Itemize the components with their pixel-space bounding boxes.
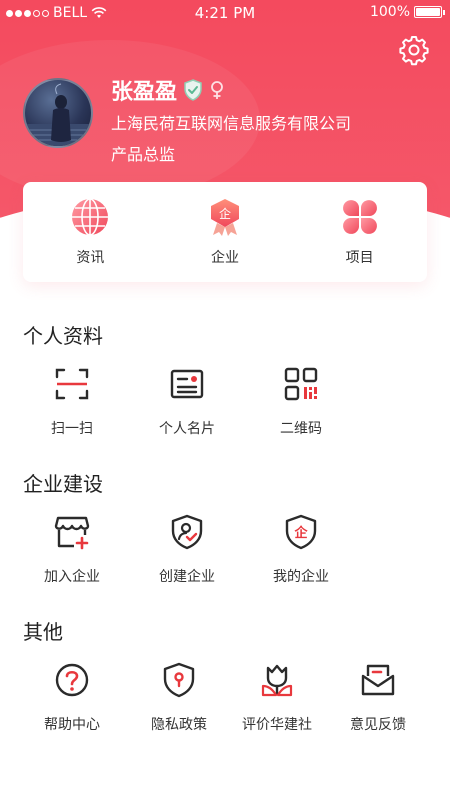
profile-company: 上海民荷互联网信息服务有限公司 (111, 114, 352, 133)
status-bar: BELL 4:21 PM 100% (0, 0, 450, 26)
shield-enterprise-icon: 企 (285, 514, 317, 550)
battery-percent: 100% (369, 4, 410, 20)
profile-name: 张盈盈 (111, 80, 178, 105)
business-card-icon (170, 369, 204, 399)
battery-icon (414, 6, 445, 18)
female-gender-icon (211, 81, 223, 99)
section-other-grid: 帮助中心 隐私政策 评价华建社 意见反馈 (0, 662, 450, 742)
scan-button[interactable]: 扫一扫 (17, 366, 127, 438)
shield-user-icon (171, 514, 203, 550)
help-icon (55, 663, 89, 697)
store-add-icon (54, 516, 90, 550)
rate-app-button[interactable]: 评价华建社 (222, 662, 332, 734)
join-enterprise-button[interactable]: 加入企业 (17, 514, 127, 586)
privacy-policy-label: 隐私政策 (151, 717, 207, 733)
quick-item-news[interactable]: 资讯 (35, 197, 145, 267)
qr-code-label: 二维码 (280, 421, 322, 437)
battery-status: 100% (369, 4, 445, 20)
help-center-button[interactable]: 帮助中心 (17, 662, 127, 734)
profile-job-title: 产品总监 (111, 145, 176, 164)
feedback-button[interactable]: 意见反馈 (323, 662, 433, 734)
quick-item-label: 项目 (345, 250, 374, 266)
section-title-enterprise: 企业建设 (23, 472, 103, 496)
scan-icon (55, 368, 89, 400)
enterprise-badge-icon: 企 (210, 199, 239, 236)
gear-icon[interactable] (398, 34, 430, 66)
quick-item-enterprise[interactable]: 企 企业 (170, 197, 280, 267)
create-enterprise-button[interactable]: 创建企业 (132, 514, 242, 586)
rate-app-label: 评价华建社 (242, 717, 312, 733)
svg-text:企: 企 (219, 206, 231, 221)
my-enterprise-button[interactable]: 企 我的企业 (246, 514, 356, 586)
privacy-policy-button[interactable]: 隐私政策 (124, 662, 234, 734)
verified-shield-icon (184, 79, 202, 101)
clover-icon (342, 200, 377, 234)
feedback-label: 意见反馈 (350, 717, 406, 733)
help-center-label: 帮助中心 (44, 717, 100, 733)
quick-item-label: 资讯 (76, 250, 105, 266)
quick-item-project[interactable]: 项目 (305, 197, 415, 267)
tulip-icon (261, 664, 293, 697)
quick-access-card: 资讯 企 企业 项目 (23, 182, 427, 282)
scan-label: 扫一扫 (51, 421, 93, 437)
qr-code-icon (284, 367, 318, 401)
avatar[interactable] (23, 78, 93, 148)
privacy-shield-icon (163, 662, 195, 698)
profile-name-row: 张盈盈 (111, 74, 225, 106)
section-title-personal: 个人资料 (23, 324, 103, 348)
section-enterprise-grid: 加入企业 创建企业 企 我的企业 (0, 514, 450, 594)
globe-icon (72, 198, 109, 236)
quick-item-label: 企业 (210, 250, 239, 266)
my-enterprise-label: 我的企业 (273, 569, 329, 585)
feedback-envelope-icon (361, 664, 395, 696)
svg-text:企: 企 (293, 525, 308, 541)
qr-code-button[interactable]: 二维码 (246, 366, 356, 438)
section-personal-grid: 扫一扫 个人名片 二维码 (0, 366, 450, 446)
join-enterprise-label: 加入企业 (44, 569, 100, 585)
create-enterprise-label: 创建企业 (159, 569, 215, 585)
section-title-other: 其他 (23, 620, 63, 644)
business-card-label: 个人名片 (159, 421, 215, 437)
business-card-button[interactable]: 个人名片 (132, 366, 242, 438)
